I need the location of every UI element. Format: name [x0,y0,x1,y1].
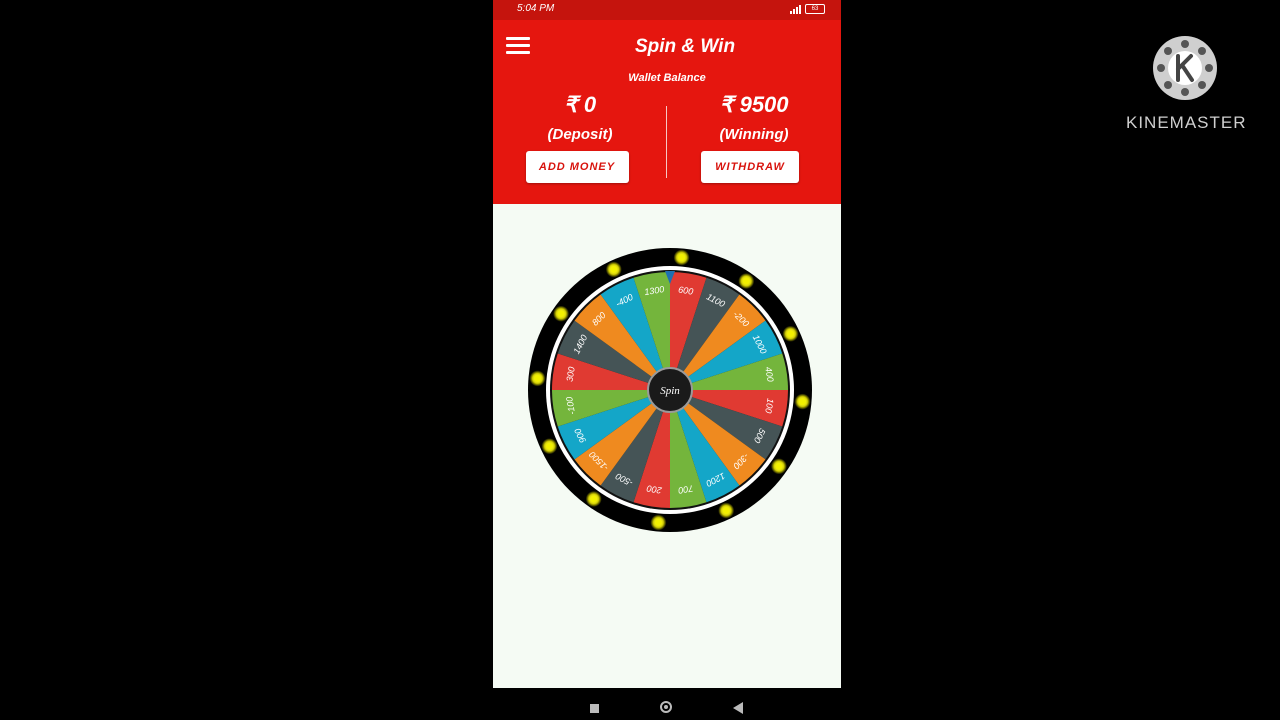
wallet-balance-label: Wallet Balance [628,72,706,84]
kinemaster-logo-icon [1153,36,1217,100]
wheel-light-bulb [545,442,553,450]
wheel-light-bulb [610,265,618,273]
app-bar: Spin & Win [493,20,841,73]
winning-caption: (Winning) [719,126,789,143]
spin-button-label[interactable]: Spin [660,385,680,397]
recents-button-icon[interactable] [590,704,599,713]
phone-screen: 5:04 PM 63 Spin & Win Wallet Balance ₹ 0… [493,0,841,688]
wheel-light-bulb [775,462,783,470]
deposit-amount: ₹ 0 [563,92,597,117]
status-icons: 63 [790,4,825,14]
wheel-light-bulb [534,374,542,382]
deposit-caption: (Deposit) [547,126,613,143]
withdraw-button[interactable]: WITHDRAW [701,151,799,183]
watermark-text: KINEMASTER [1126,113,1247,132]
signal-icon [790,4,801,14]
wheel-light-bulb [798,398,806,406]
winning-column: ₹ 9500 (Winning) WITHDRAW [667,92,841,183]
page-title: Spin & Win [634,36,736,57]
wheel-light-bulb [722,507,730,515]
deposit-column: ₹ 0 (Deposit) ADD MONEY [493,92,667,183]
status-time: 5:04 PM [517,3,555,14]
back-button-icon[interactable] [733,702,743,714]
wheel-light-bulb [590,495,598,503]
status-bar: 5:04 PM 63 [493,0,841,20]
wheel-light-bulb [654,518,662,526]
wheel-light-bulb [557,310,565,318]
battery-icon: 63 [805,4,825,14]
home-button-icon[interactable] [660,701,672,713]
winning-amount: ₹ 9500 [719,92,789,117]
wheel-light-bulb [742,277,750,285]
spin-wheel[interactable]: 600 1100 -200 1000 400 100 500 -300 1200 700 200 -5… [528,244,812,536]
kinemaster-watermark: KINEMASTER [1126,36,1246,136]
android-nav-bar [493,688,841,720]
wheel-light-bulb [787,330,795,338]
spin-wheel-graphic: 6001100-2001000400100500-3001200700200-5… [528,248,812,532]
wheel-light-bulb [678,254,686,262]
wallet-panel: Wallet Balance ₹ 0 (Deposit) ADD MONEY ₹… [493,72,841,204]
add-money-button[interactable]: ADD MONEY [525,151,629,183]
battery-level: 63 [811,6,819,12]
